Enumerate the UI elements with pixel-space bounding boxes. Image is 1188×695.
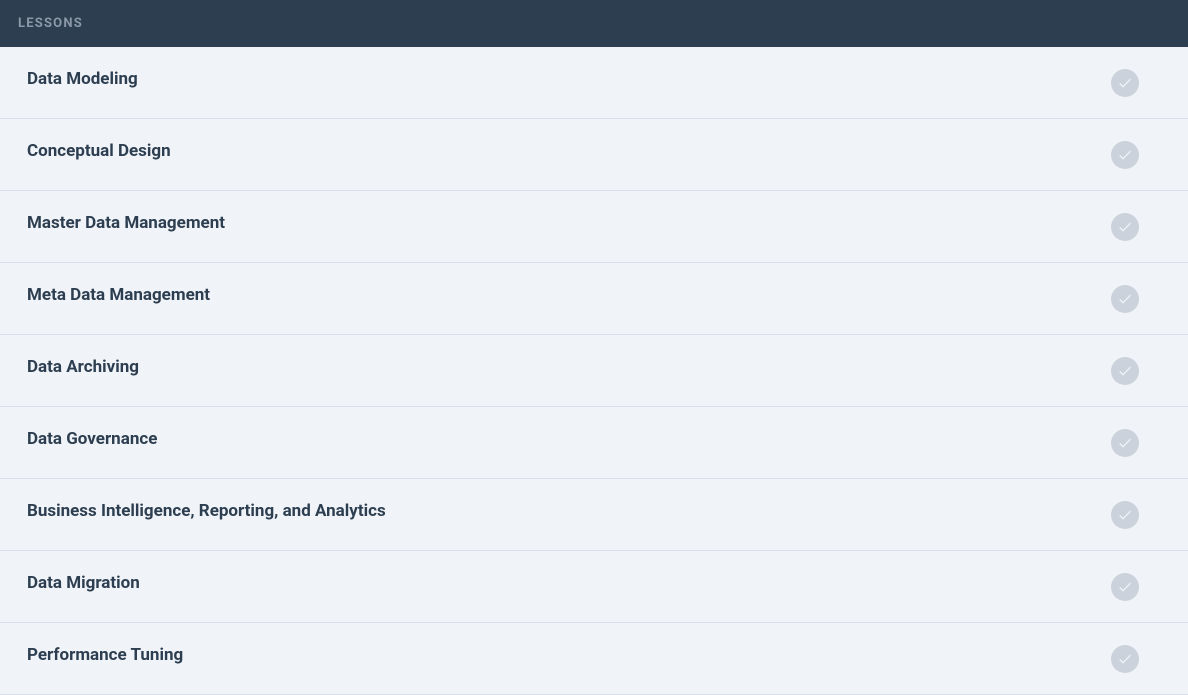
lesson-item[interactable]: Data Modeling xyxy=(0,47,1188,119)
check-circle-icon xyxy=(1111,285,1139,313)
lesson-item[interactable]: Performance Tuning xyxy=(0,623,1188,695)
lesson-title: Master Data Management xyxy=(27,213,225,233)
check-circle-icon xyxy=(1111,645,1139,673)
lessons-header-title: LESSONS xyxy=(18,16,83,31)
lesson-item[interactable]: Data Migration xyxy=(0,551,1188,623)
lesson-title: Meta Data Management xyxy=(27,285,210,305)
check-circle-icon xyxy=(1111,357,1139,385)
lesson-title: Data Governance xyxy=(27,429,157,449)
lesson-title: Business Intelligence, Reporting, and An… xyxy=(27,501,386,521)
check-circle-icon xyxy=(1111,573,1139,601)
lesson-title: Conceptual Design xyxy=(27,141,171,161)
lesson-item[interactable]: Meta Data Management xyxy=(0,263,1188,335)
lessons-header: LESSONS xyxy=(0,0,1188,47)
lesson-item[interactable]: Data Governance xyxy=(0,407,1188,479)
lesson-item[interactable]: Conceptual Design xyxy=(0,119,1188,191)
lesson-title: Data Archiving xyxy=(27,357,139,377)
check-circle-icon xyxy=(1111,501,1139,529)
check-circle-icon xyxy=(1111,141,1139,169)
check-circle-icon xyxy=(1111,69,1139,97)
lesson-title: Performance Tuning xyxy=(27,645,183,665)
lesson-item[interactable]: Business Intelligence, Reporting, and An… xyxy=(0,479,1188,551)
lesson-item[interactable]: Data Archiving xyxy=(0,335,1188,407)
lesson-item[interactable]: Master Data Management xyxy=(0,191,1188,263)
lessons-list: Data Modeling Conceptual Design Master D… xyxy=(0,47,1188,695)
check-circle-icon xyxy=(1111,213,1139,241)
lesson-title: Data Modeling xyxy=(27,69,138,89)
lesson-title: Data Migration xyxy=(27,573,140,593)
check-circle-icon xyxy=(1111,429,1139,457)
